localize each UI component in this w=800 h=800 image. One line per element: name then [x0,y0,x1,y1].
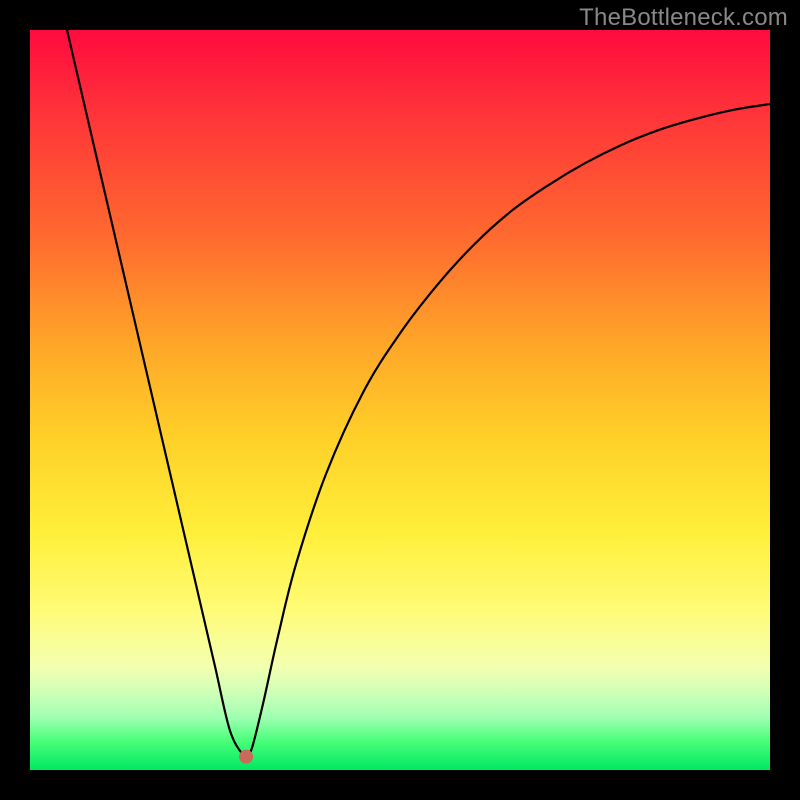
curve-layer [30,30,770,770]
watermark: TheBottleneck.com [579,4,788,32]
minimum-marker [239,750,253,764]
curve-right-branch [246,104,770,757]
plot-area [30,30,770,770]
chart-frame: TheBottleneck.com [0,0,800,800]
curve-left-branch [67,30,246,758]
